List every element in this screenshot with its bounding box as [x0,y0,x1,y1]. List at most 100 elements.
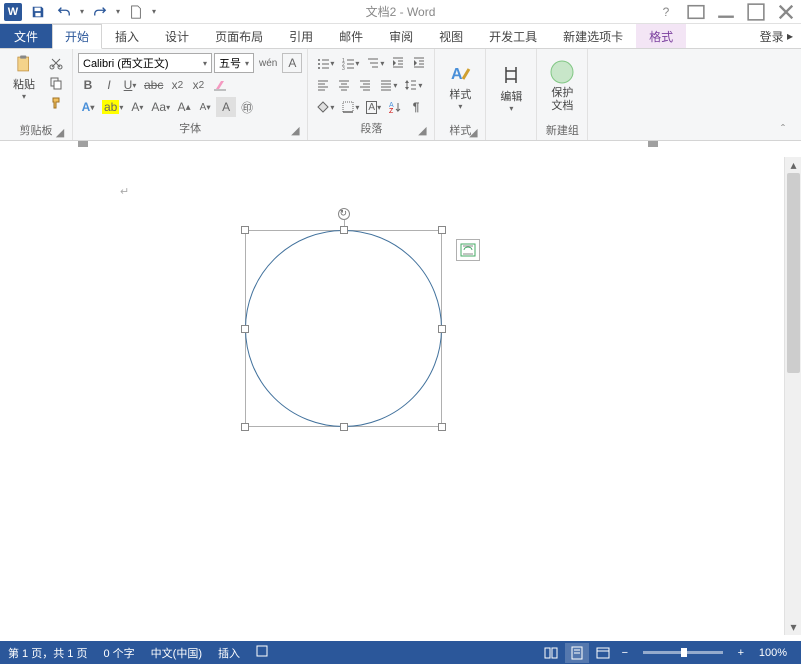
clear-formatting-button[interactable] [209,75,231,95]
multilevel-list-button[interactable]: ▾ [363,53,387,73]
ruler-right-indent[interactable] [648,141,658,155]
paste-button[interactable]: 粘贴 [8,54,40,92]
shrink-font-button[interactable]: A▾ [195,97,215,117]
italic-button[interactable]: I [99,75,119,95]
qat-customize[interactable]: ▾ [152,7,156,16]
borders-button[interactable]: ▾ [338,97,362,117]
decrease-indent-button[interactable] [388,53,408,73]
subscript-button[interactable]: x2 [167,75,187,95]
tab-layout[interactable]: 页面布局 [202,24,276,48]
protect-document-button[interactable]: 保护 文档 [541,52,583,120]
status-word-count[interactable]: 0 个字 [95,645,142,661]
tab-design[interactable]: 设计 [152,24,202,48]
layout-options-button[interactable] [456,239,480,261]
qat-redo-button[interactable] [90,2,110,22]
paste-dropdown[interactable]: ▾ [22,92,26,101]
maximize-button[interactable] [745,2,767,22]
login-link[interactable]: 登录 ▸ [752,24,801,48]
redo-dropdown[interactable]: ▾ [116,7,120,16]
enclose-characters-button[interactable]: ㊞ [237,97,257,117]
resize-handle-tl[interactable] [241,226,249,234]
qat-save-button[interactable] [28,2,48,22]
help-button[interactable]: ? [655,2,677,22]
font-name-combo[interactable]: Calibri (西文正文)▾ [78,53,212,73]
strikethrough-button[interactable]: abc [141,75,166,95]
scroll-down-button[interactable]: ▾ [785,619,801,635]
show-marks-button[interactable]: ¶ [406,97,426,117]
ruler-left-indent[interactable] [78,141,88,155]
resize-handle-ml[interactable] [241,325,249,333]
font-size-combo[interactable]: 五号▾ [214,53,254,73]
vertical-scrollbar[interactable]: ▴ ▾ [784,157,801,635]
resize-handle-tm[interactable] [340,226,348,234]
minimize-button[interactable] [715,2,737,22]
rotation-handle[interactable] [338,208,350,220]
text-effects-button[interactable]: A▾ [78,97,98,117]
tab-insert[interactable]: 插入 [102,24,152,48]
highlight-button[interactable]: ab▾ [99,97,126,117]
tab-file[interactable]: 文件 [0,24,52,48]
align-justify-button[interactable]: ▾ [376,75,400,95]
clipboard-launcher[interactable]: ◢ [54,126,66,138]
numbering-button[interactable]: 123▾ [338,53,362,73]
status-insert-mode[interactable]: 插入 [210,645,248,661]
selected-shape-oval[interactable] [245,230,442,427]
change-case-button[interactable]: Aa▾ [148,97,173,117]
sort-button[interactable]: AZ [385,97,405,117]
qat-undo-button[interactable] [54,2,74,22]
phonetic-guide-button[interactable]: wén [256,53,280,73]
bold-button[interactable]: B [78,75,98,95]
shading-button[interactable]: ▾ [313,97,337,117]
align-center-button[interactable] [334,75,354,95]
ribbon-display-button[interactable] [685,2,707,22]
scroll-up-button[interactable]: ▴ [785,157,801,173]
oval-shape[interactable] [245,230,442,427]
grow-font-button[interactable]: A▴ [174,97,194,117]
tab-format[interactable]: 格式 [636,24,686,48]
styles-button[interactable]: A 样式 ▾ [439,52,481,120]
resize-handle-br[interactable] [438,423,446,431]
font-color-button[interactable]: A▾ [127,97,147,117]
status-page[interactable]: 第 1 页，共 1 页 [0,645,95,661]
copy-button[interactable] [46,74,66,92]
zoom-slider[interactable] [643,651,723,654]
close-button[interactable] [775,2,797,22]
zoom-in-button[interactable]: + [733,647,749,659]
tab-view[interactable]: 视图 [426,24,476,48]
format-painter-button[interactable] [46,94,66,112]
view-print-layout-button[interactable] [565,643,589,663]
resize-handle-mr[interactable] [438,325,446,333]
zoom-slider-thumb[interactable] [681,648,687,657]
tab-mailings[interactable]: 邮件 [326,24,376,48]
character-border-button[interactable]: A [282,53,302,73]
status-language[interactable]: 中文(中国) [143,645,210,661]
qat-new-button[interactable] [126,2,146,22]
resize-handle-bm[interactable] [340,423,348,431]
undo-dropdown[interactable]: ▾ [80,7,84,16]
zoom-level[interactable]: 100% [751,647,795,659]
tab-newtab[interactable]: 新建选项卡 [550,24,636,48]
view-read-mode-button[interactable] [539,643,563,663]
resize-handle-bl[interactable] [241,423,249,431]
status-macro-icon[interactable] [248,645,276,660]
superscript-button[interactable]: x2 [188,75,208,95]
document-area[interactable]: ↵ ▴ ▾ [0,157,801,635]
underline-button[interactable]: U▾ [120,75,140,95]
collapse-ribbon-button[interactable]: ˆ [781,122,797,138]
asian-layout-button[interactable]: A▾ [363,97,384,117]
character-shading-button[interactable]: A [216,97,236,117]
view-web-layout-button[interactable] [591,643,615,663]
tab-review[interactable]: 审阅 [376,24,426,48]
bullets-button[interactable]: ▾ [313,53,337,73]
editing-button[interactable]: 编辑 ▾ [490,52,532,124]
font-launcher[interactable]: ◢ [289,124,301,136]
scroll-thumb[interactable] [787,173,800,373]
increase-indent-button[interactable] [409,53,429,73]
tab-references[interactable]: 引用 [276,24,326,48]
styles-launcher[interactable]: ◢ [467,126,479,138]
ruler[interactable] [0,141,801,157]
line-spacing-button[interactable]: ▾ [401,75,425,95]
resize-handle-tr[interactable] [438,226,446,234]
tab-home[interactable]: 开始 [52,24,102,49]
cut-button[interactable] [46,54,66,72]
